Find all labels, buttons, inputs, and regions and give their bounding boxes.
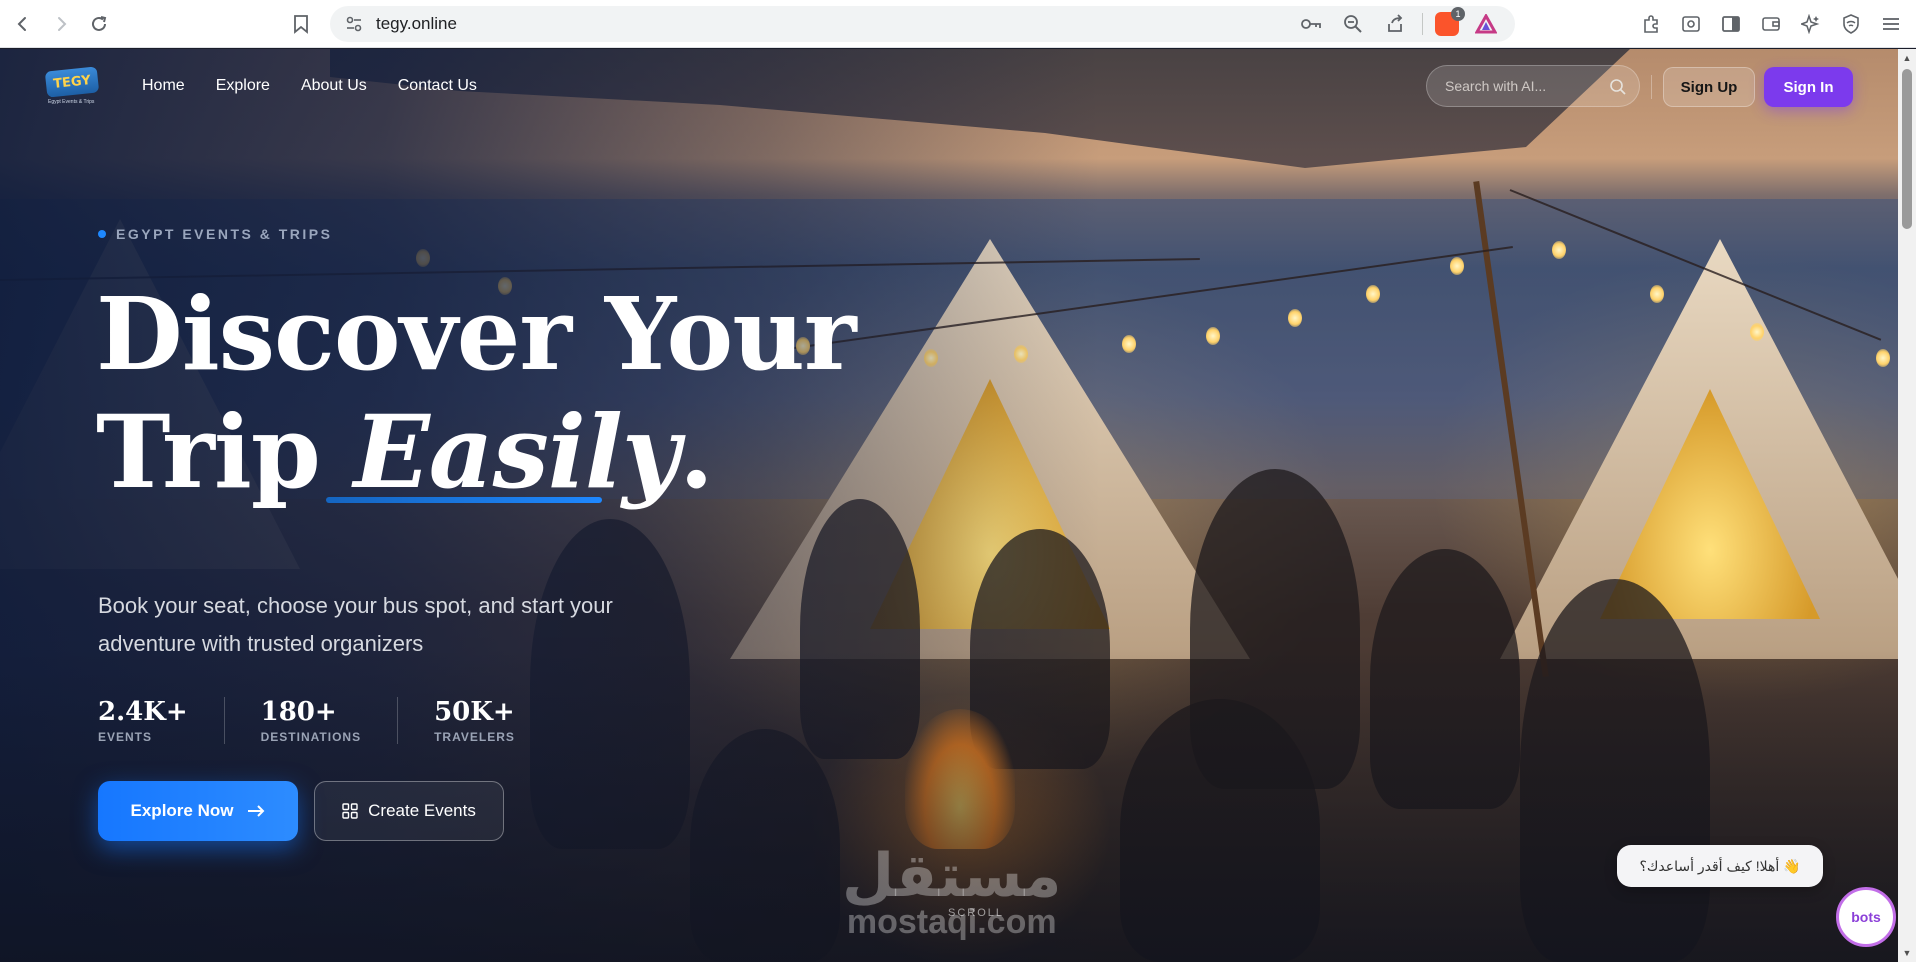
- logo-tagline: Egypt Events & Trips: [48, 99, 95, 105]
- watermark-arabic: مستقل: [842, 842, 1062, 909]
- light-bulb: [1366, 285, 1380, 303]
- eyebrow-text: EGYPT EVENTS & TRIPS: [116, 226, 333, 242]
- sign-in-button[interactable]: Sign In: [1764, 67, 1853, 107]
- scroll-down-icon[interactable]: ▼: [1902, 948, 1912, 958]
- sign-up-button[interactable]: Sign Up: [1663, 67, 1755, 107]
- brave-shields-icon[interactable]: 1: [1435, 7, 1465, 36]
- stat-value: 180+: [260, 697, 337, 727]
- toolbar-divider: [1422, 13, 1423, 35]
- light-bulb: [1750, 323, 1764, 341]
- stat-label: TRAVELERS: [434, 730, 515, 744]
- search-icon[interactable]: [1609, 78, 1627, 101]
- stat-destinations: 180+ DESTINATIONS: [260, 697, 399, 744]
- eyebrow-dot: [98, 230, 106, 238]
- shields-count-badge: 1: [1451, 7, 1465, 21]
- hero-title-prefix: Trip: [96, 393, 354, 511]
- password-key-icon[interactable]: [1296, 11, 1326, 37]
- sidebar-icon[interactable]: [1718, 11, 1744, 37]
- wallet-icon[interactable]: [1758, 11, 1784, 37]
- address-bar[interactable]: tegy.online 1: [330, 6, 1515, 42]
- hero-subtitle: Book your seat, choose your bus spot, an…: [98, 593, 613, 656]
- nav-home[interactable]: Home: [142, 77, 185, 95]
- light-bulb: [1206, 327, 1220, 345]
- arrow-right-icon: [248, 805, 265, 817]
- menu-icon[interactable]: [1878, 11, 1904, 37]
- light-bulb: [1552, 241, 1566, 259]
- nav-contact-us[interactable]: Contact Us: [398, 77, 477, 95]
- stat-value: 2.4K+: [98, 697, 188, 727]
- hero-stats: 2.4K+ EVENTS 180+ DESTINATIONS 50K+ TRAV…: [98, 697, 587, 744]
- light-bulb: [1450, 257, 1464, 275]
- forward-icon[interactable]: [46, 9, 76, 39]
- tegy-logo[interactable]: TEGY Egypt Events & Trips: [44, 63, 100, 107]
- hero-title-emphasis: Easily: [353, 393, 680, 511]
- stat-label: DESTINATIONS: [260, 730, 362, 744]
- explore-now-label: Explore Now: [130, 801, 234, 820]
- hero-title-line2: Trip Easily.: [96, 393, 856, 511]
- explore-now-button[interactable]: Explore Now: [98, 781, 298, 841]
- ai-search-input[interactable]: [1445, 78, 1605, 94]
- scrollbar-thumb[interactable]: [1902, 69, 1912, 229]
- hero-title-line1: Discover Your: [96, 275, 857, 393]
- vpn-icon[interactable]: [1838, 11, 1864, 37]
- light-bulb: [1122, 335, 1136, 353]
- stat-label: EVENTS: [98, 730, 153, 744]
- hero-section: TEGY Egypt Events & Trips Home Explore A…: [0, 49, 1898, 962]
- stat-value: 50K+: [434, 697, 515, 727]
- hero-title-suffix: .: [678, 393, 714, 511]
- extensions-icon[interactable]: [1638, 11, 1664, 37]
- light-bulb: [1876, 349, 1890, 367]
- stat-travelers: 50K+ TRAVELERS: [434, 697, 551, 744]
- stat-events: 2.4K+ EVENTS: [98, 697, 225, 744]
- scroll-up-icon[interactable]: ▲: [1902, 53, 1912, 63]
- hero-eyebrow: EGYPT EVENTS & TRIPS: [98, 226, 332, 242]
- brave-rewards-icon[interactable]: [1471, 11, 1501, 37]
- page-scrollbar[interactable]: ▲ ▼: [1898, 49, 1916, 962]
- create-events-button[interactable]: Create Events: [314, 781, 504, 841]
- site-header: TEGY Egypt Events & Trips Home Explore A…: [0, 49, 1898, 129]
- tab-search-icon[interactable]: [1678, 11, 1704, 37]
- hero-title: Discover Your Trip Easily.: [96, 275, 857, 511]
- logo-mark: TEGY: [44, 66, 100, 98]
- main-nav: Home Explore About Us Contact Us: [142, 77, 477, 95]
- chat-launcher-button[interactable]: bots: [1836, 887, 1896, 947]
- browser-toolbar: tegy.online 1: [0, 0, 1916, 48]
- ai-search-box: [1426, 65, 1640, 107]
- create-events-label: Create Events: [368, 801, 476, 820]
- mostaql-watermark: مستقل mostaqi.com: [842, 842, 1062, 940]
- chat-greeting-bubble[interactable]: 👋 أهلا! كيف أقدر أساعدك؟: [1617, 845, 1823, 887]
- zoom-out-icon[interactable]: [1338, 11, 1368, 37]
- light-bulb: [1288, 309, 1302, 327]
- scroll-indicator[interactable]: SCROLL: [948, 907, 1004, 919]
- grid-icon: [342, 803, 358, 819]
- reload-icon[interactable]: [84, 9, 114, 39]
- url-text[interactable]: tegy.online: [376, 14, 457, 34]
- light-bulb: [1650, 285, 1664, 303]
- bookmark-icon[interactable]: [288, 11, 314, 37]
- nav-explore[interactable]: Explore: [216, 77, 270, 95]
- site-settings-icon[interactable]: [342, 12, 366, 36]
- title-underline: [326, 497, 602, 503]
- leo-ai-icon[interactable]: [1798, 11, 1824, 37]
- nav-about-us[interactable]: About Us: [301, 77, 367, 95]
- share-icon[interactable]: [1380, 11, 1410, 37]
- header-divider: [1651, 75, 1652, 99]
- back-icon[interactable]: [8, 9, 38, 39]
